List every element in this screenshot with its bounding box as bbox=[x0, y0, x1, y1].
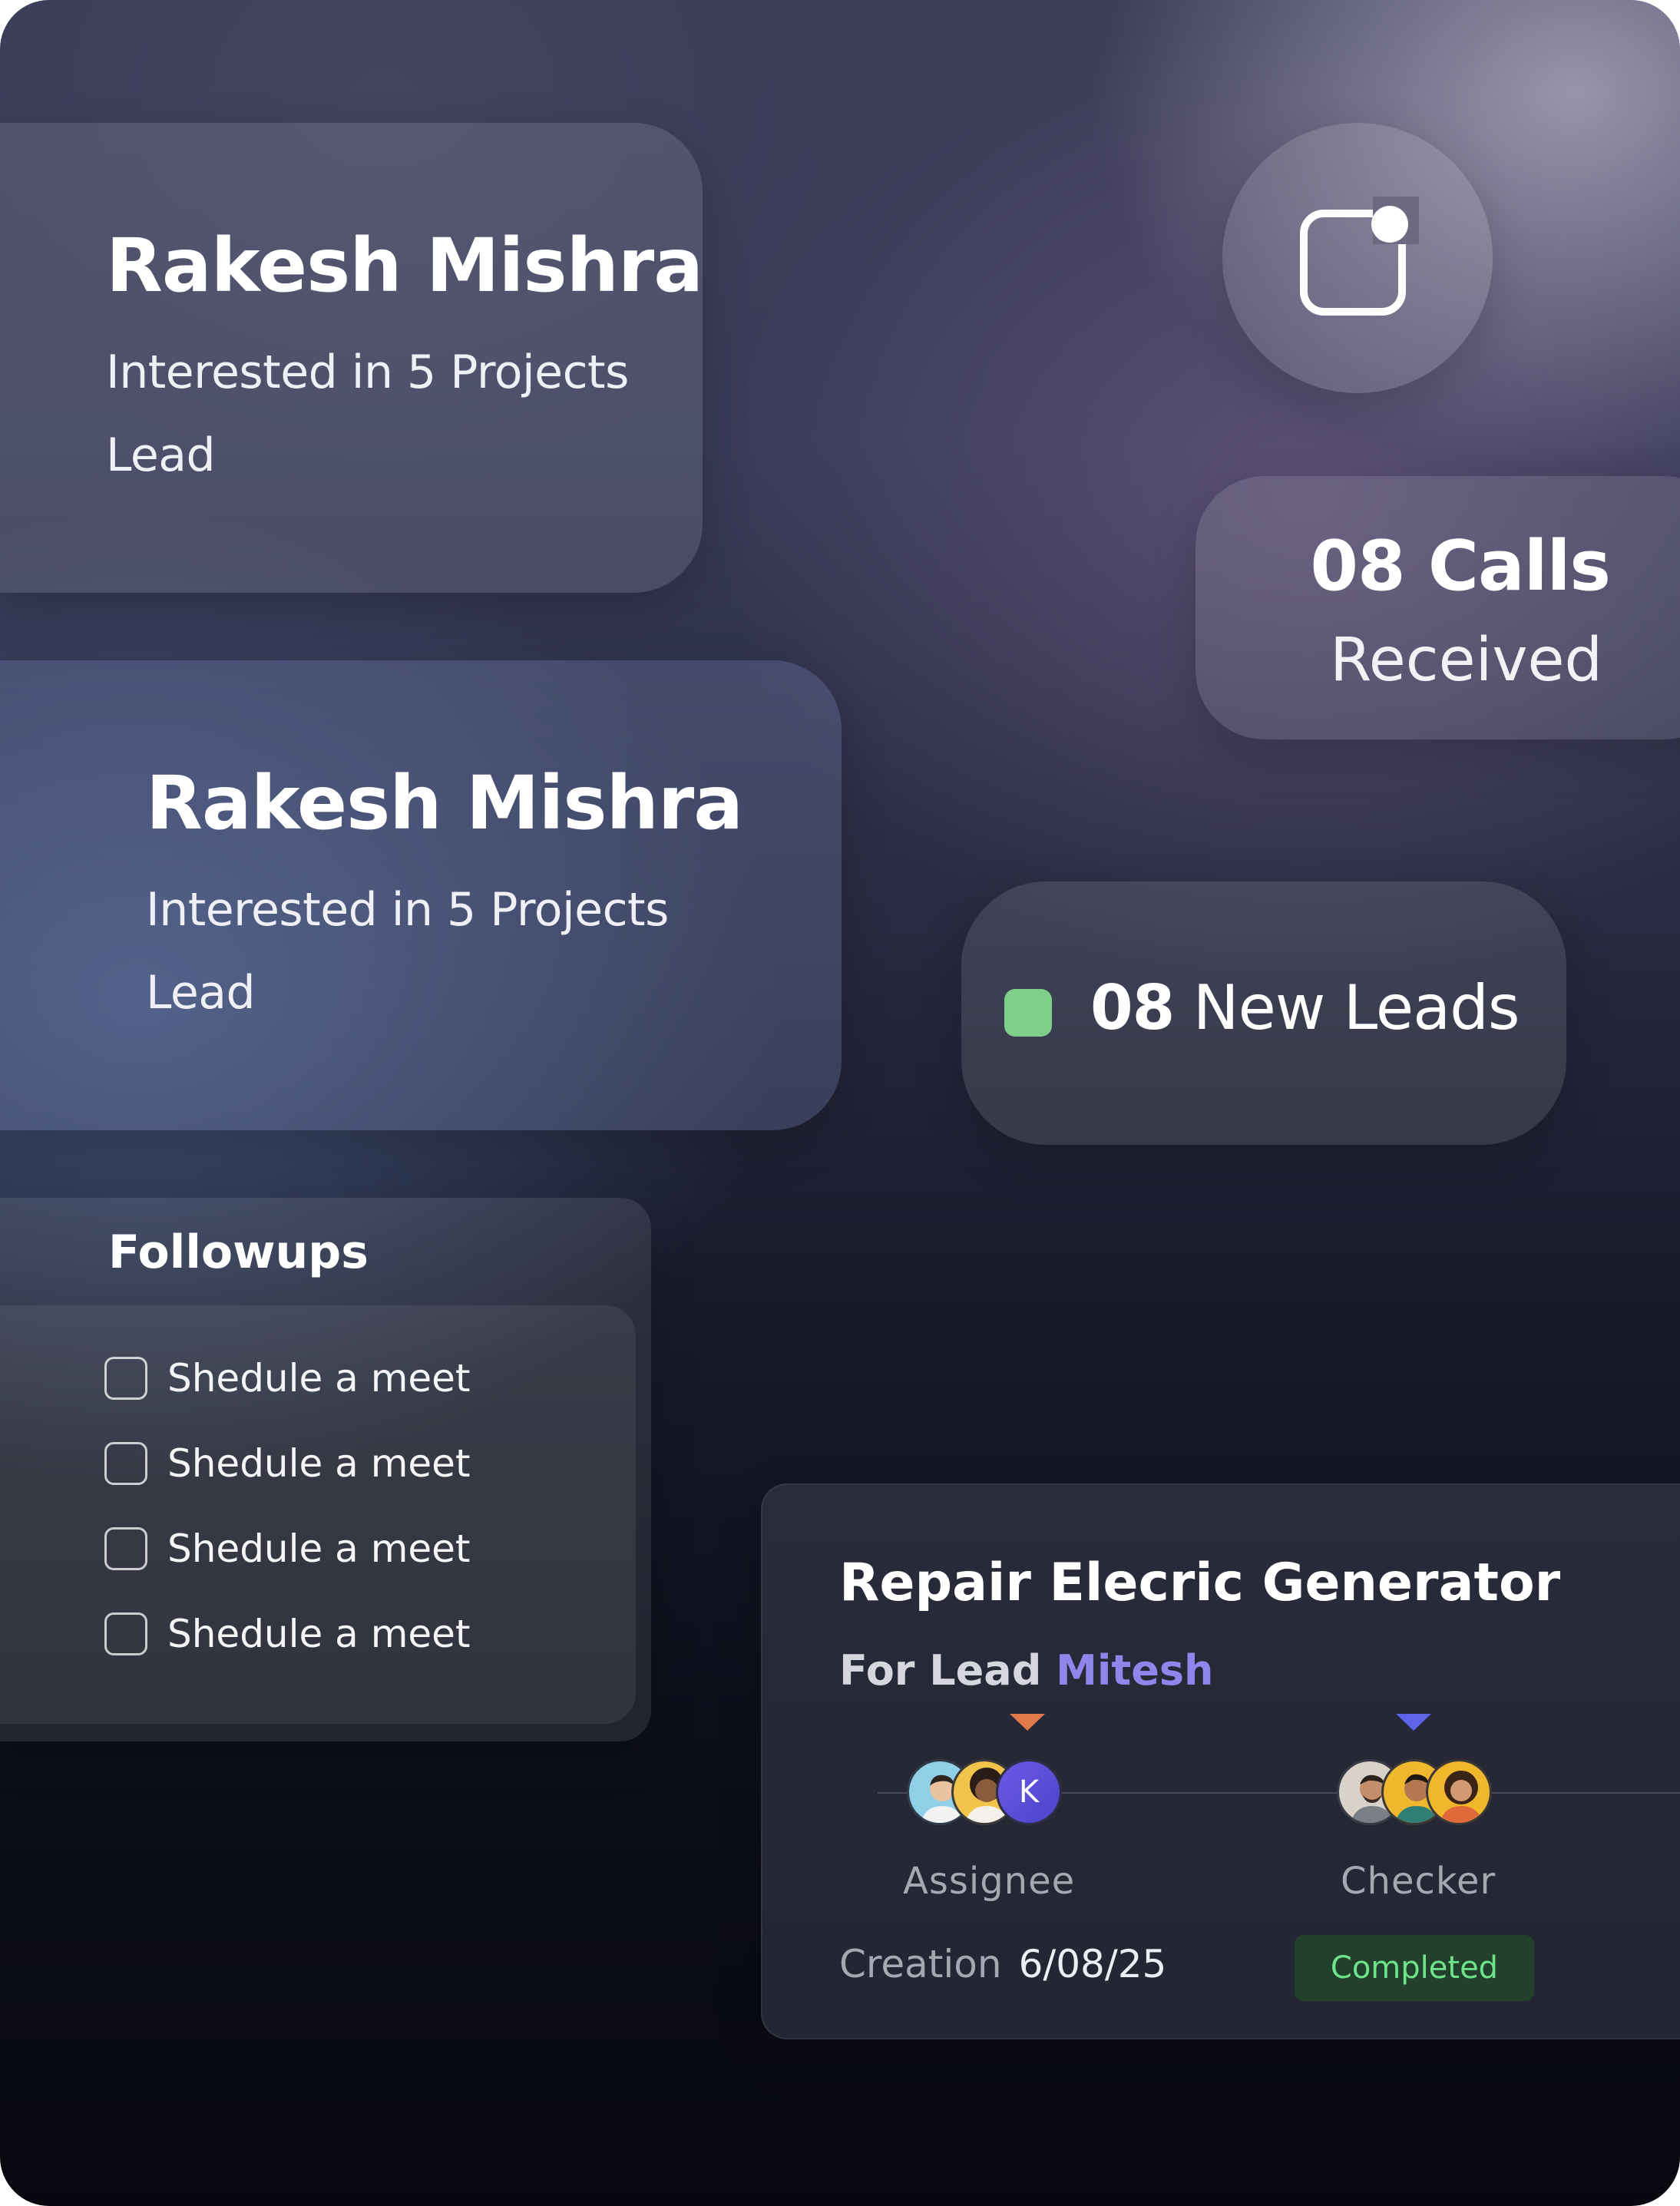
status-dot bbox=[1004, 989, 1052, 1037]
new-leads-text: 08 New Leads bbox=[1090, 972, 1520, 1043]
followup-item[interactable]: Shedule a meet bbox=[104, 1610, 471, 1658]
followup-item[interactable]: Shedule a meet bbox=[104, 1354, 471, 1402]
task-title: Repair Elecric Generator bbox=[839, 1553, 1561, 1613]
followup-checkbox[interactable] bbox=[104, 1612, 147, 1655]
followup-label: Shedule a meet bbox=[167, 1612, 471, 1656]
avatar: K bbox=[996, 1759, 1062, 1825]
avatar bbox=[1426, 1759, 1492, 1825]
followup-item[interactable]: Shedule a meet bbox=[104, 1525, 471, 1573]
followups-title: Followups bbox=[108, 1225, 369, 1279]
task-card[interactable]: Repair Elecric Generator For Lead Mitesh bbox=[761, 1483, 1680, 2039]
checker-avatars[interactable] bbox=[1337, 1759, 1498, 1828]
creation-label: Creation bbox=[839, 1942, 1002, 1986]
notification-button[interactable] bbox=[1222, 123, 1493, 393]
followup-checkbox[interactable] bbox=[104, 1357, 147, 1400]
new-leads-pill[interactable]: 08 New Leads bbox=[961, 881, 1566, 1145]
calls-received-card[interactable]: 08 Calls Received bbox=[1196, 476, 1680, 739]
creation-date: 6/08/25 bbox=[1018, 1942, 1167, 1986]
calls-count: 08 Calls bbox=[1310, 526, 1611, 607]
task-lead-name[interactable]: Mitesh bbox=[1056, 1646, 1213, 1695]
checker-label: Checker bbox=[1341, 1860, 1496, 1903]
followup-label: Shedule a meet bbox=[167, 1356, 471, 1401]
lead-name: Rakesh Mishra bbox=[106, 223, 703, 309]
lead-card[interactable]: Rakesh Mishra Interested in 5 Projects L… bbox=[0, 123, 703, 593]
assignee-avatars[interactable]: K bbox=[907, 1759, 1068, 1828]
followup-checkbox[interactable] bbox=[104, 1527, 147, 1570]
task-lead-prefix: For Lead bbox=[839, 1646, 1042, 1695]
lead-card[interactable]: Rakesh Mishra Interested in 5 Projects L… bbox=[0, 660, 842, 1130]
followup-checkbox[interactable] bbox=[104, 1442, 147, 1485]
notification-badge-icon bbox=[1300, 197, 1419, 316]
followup-label: Shedule a meet bbox=[167, 1441, 471, 1486]
new-leads-label: New Leads bbox=[1192, 972, 1520, 1043]
lead-name: Rakesh Mishra bbox=[146, 760, 743, 846]
lead-interest: Interested in 5 Projects bbox=[146, 883, 669, 937]
followup-label: Shedule a meet bbox=[167, 1526, 471, 1571]
lead-stage: Lead bbox=[146, 966, 256, 1020]
task-lead-line: For Lead Mitesh bbox=[839, 1646, 1213, 1695]
assignee-marker-icon bbox=[1010, 1714, 1045, 1731]
lead-stage: Lead bbox=[106, 428, 216, 482]
creation-info: Creation 6/08/25 bbox=[839, 1942, 1166, 1986]
checker-marker-icon bbox=[1396, 1714, 1431, 1731]
followups-card: Followups Shedule a meet Shedule a meet … bbox=[0, 1198, 651, 1741]
assignee-label: Assignee bbox=[903, 1860, 1076, 1903]
dashboard-canvas: Rakesh Mishra Interested in 5 Projects L… bbox=[0, 0, 1680, 2206]
status-badge: Completed bbox=[1295, 1935, 1534, 2001]
calls-label: Received bbox=[1330, 626, 1602, 695]
followup-item[interactable]: Shedule a meet bbox=[104, 1440, 471, 1487]
followups-list: Shedule a meet Shedule a meet Shedule a … bbox=[0, 1305, 636, 1724]
person-icon bbox=[1440, 1771, 1483, 1823]
new-leads-count: 08 bbox=[1090, 972, 1175, 1043]
lead-interest: Interested in 5 Projects bbox=[106, 346, 629, 399]
